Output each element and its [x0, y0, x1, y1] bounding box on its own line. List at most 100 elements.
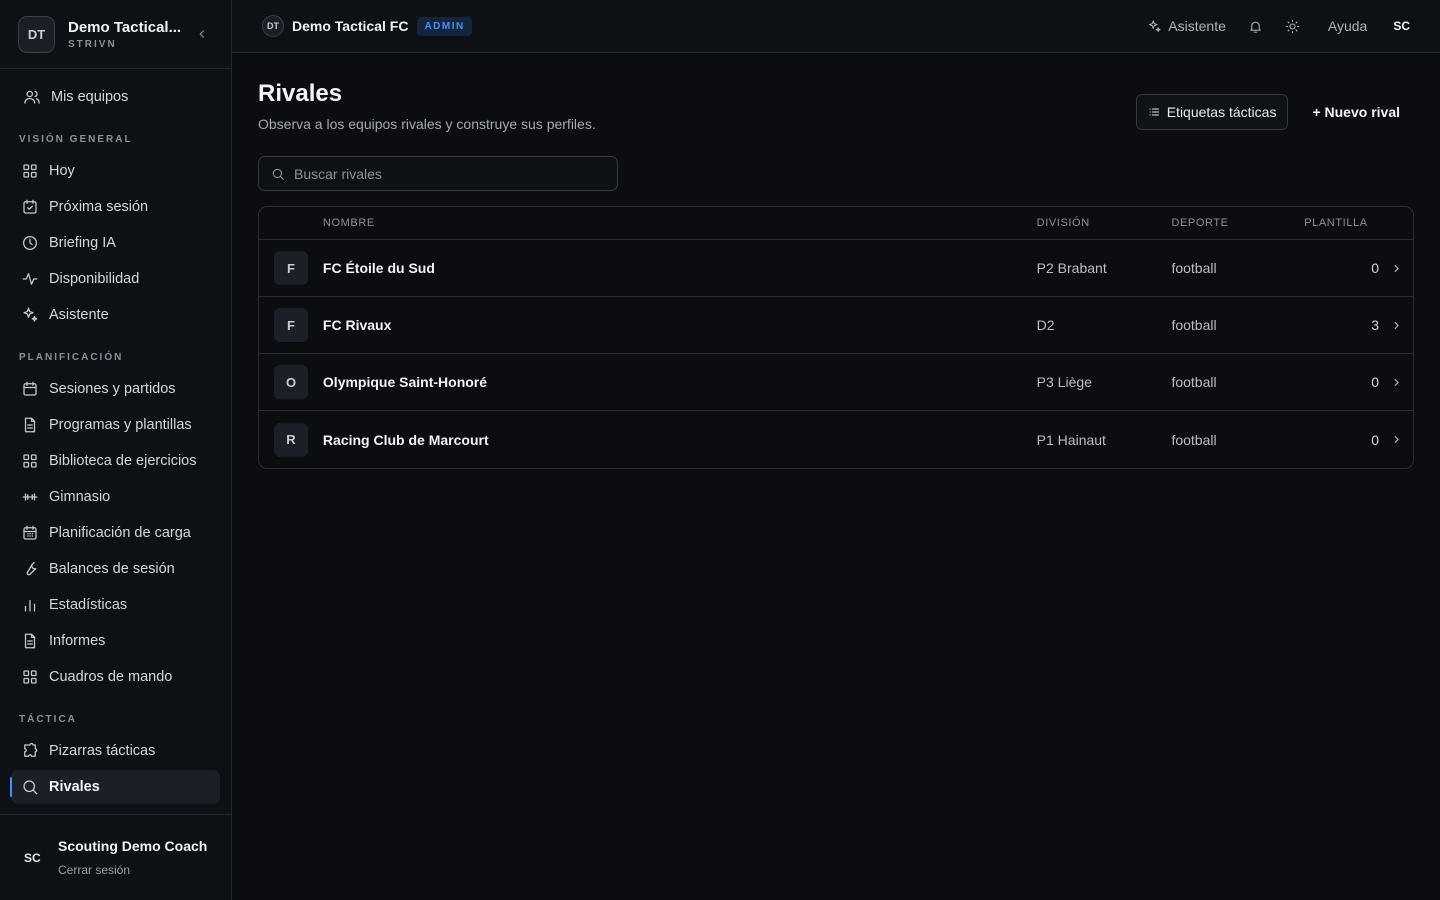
sidebar-nav: Mis equipos VISIÓN GENERAL Hoy Próxima ses… [0, 80, 231, 804]
rival-name: FC Étoile du Sud [322, 260, 435, 276]
sidebar-item-rivales[interactable]: Rivales [10, 770, 220, 804]
open-rival-button[interactable] [1379, 319, 1413, 332]
rivals-table: NOMBRE DIVISIÓN DEPORTE PLANTILLA F FC Ét… [258, 206, 1414, 469]
table-row[interactable]: R Racing Club de Marcourt P1 Hainaut footba… [259, 411, 1413, 468]
sidebar-item-label: Balances de sesión [49, 561, 175, 577]
help-button[interactable]: Ayuda [1322, 18, 1367, 34]
sidebar-item-hoy[interactable]: Hoy [11, 154, 220, 188]
sidebar-section-title: TÁCTICA [19, 714, 77, 725]
sidebar-item-label: Estadísticas [49, 597, 128, 613]
puzzle-icon [21, 742, 39, 760]
grid-icon [21, 162, 39, 180]
sun-icon [1285, 19, 1300, 34]
open-rival-button[interactable] [1379, 376, 1413, 389]
sidebar-item-label: Próxima sesión [49, 199, 149, 215]
chevron-right-icon [1394, 321, 1399, 329]
column-header-sport[interactable]: DEPORTE [1171, 217, 1304, 229]
sidebar-item-mis-equipos[interactable]: Mis equipos [11, 80, 220, 114]
sidebar-item-balances-de-sesion[interactable]: Balances de sesión [11, 552, 220, 586]
users-icon [23, 88, 41, 106]
table-row[interactable]: F FC Étoile du Sud P2 Brabant football 0 [259, 240, 1413, 297]
bell-icon [1248, 19, 1263, 34]
rival-sport: football [1171, 260, 1217, 276]
user-avatar[interactable]: SC [24, 851, 48, 865]
sidebar-item-label: Biblioteca de ejercicios [49, 453, 197, 469]
column-header-squad[interactable]: PLANTILLA [1304, 217, 1379, 229]
notifications-button[interactable] [1248, 19, 1263, 34]
page-actions: Etiquetas tácticas + Nuevo rival [1135, 94, 1414, 130]
rival-squad-count: 0 [1371, 431, 1380, 448]
user-menu-button[interactable]: SC [1393, 19, 1410, 33]
sidebar-item-label: Planificación de carga [49, 525, 191, 541]
sidebar-item-biblioteca-de-ejercicios[interactable]: Biblioteca de ejercicios [11, 444, 220, 478]
column-header-name[interactable]: NOMBRE [323, 217, 1037, 229]
table-row[interactable]: O Olympique Saint-Honoré P3 Liège football 0 [259, 354, 1413, 411]
open-rival-button[interactable] [1379, 433, 1413, 446]
sidebar-item-gimnasio[interactable]: Gimnasio [11, 480, 220, 514]
list-icon [1148, 106, 1160, 118]
rival-avatar: O [274, 365, 308, 399]
user-panel: SC Scouting Demo Coach Cerrar sesión [0, 814, 231, 900]
team-avatar[interactable]: DT [18, 15, 55, 53]
rival-squad-count: 3 [1371, 317, 1380, 333]
rival-avatar: F [274, 251, 308, 285]
collapse-sidebar-button[interactable] [191, 23, 213, 45]
org-name: STRIVN [68, 38, 117, 50]
rival-avatar: F [274, 308, 308, 342]
calendar-grid-icon [21, 524, 39, 542]
rival-division: P3 Liège [1036, 374, 1092, 390]
sidebar-item-asistente[interactable]: Asistente [11, 298, 220, 332]
rival-sport: football [1171, 317, 1217, 333]
team-switcher[interactable]: Demo Tactical... STRIVN [68, 19, 191, 50]
sidebar-item-proxima-sesion[interactable]: Próxima sesión [11, 190, 220, 224]
activity-icon [21, 270, 39, 288]
bar-chart-icon [21, 596, 39, 614]
help-label: Ayuda [1327, 18, 1368, 34]
table-row[interactable]: F FC Rivaux D2 football 3 [259, 297, 1413, 354]
chevron-left-icon [199, 30, 205, 38]
logout-link[interactable]: Cerrar sesión [58, 863, 207, 877]
sidebar-item-briefing-ia[interactable]: Briefing IA [11, 226, 220, 260]
sidebar-item-cuadros-de-mando[interactable]: Cuadros de mando [11, 660, 220, 694]
tactical-tags-label: Etiquetas tácticas [1166, 104, 1277, 120]
open-rival-button[interactable] [1379, 262, 1413, 275]
theme-toggle-button[interactable] [1285, 19, 1300, 34]
assistant-button[interactable]: Asistente [1147, 18, 1226, 34]
sidebar-item-sesiones-y-partidos[interactable]: Sesiones y partidos [11, 372, 220, 406]
rival-sport: football [1171, 431, 1217, 448]
rival-name: FC Rivaux [322, 317, 392, 333]
dumbbell-icon [21, 488, 39, 506]
search-input[interactable] [294, 165, 605, 182]
column-header-division[interactable]: DIVISIÓN [1037, 217, 1172, 229]
chevron-right-icon [1394, 378, 1399, 386]
sidebar-item-pizarras-tacticas[interactable]: Pizarras tácticas [11, 734, 220, 768]
search-icon [21, 778, 39, 796]
sidebar-item-programas-y-plantillas[interactable]: Programas y plantillas [11, 408, 220, 442]
search-icon [271, 167, 285, 181]
sidebar-item-disponibilidad[interactable]: Disponibilidad [11, 262, 220, 296]
rival-squad-count: 0 [1371, 374, 1380, 390]
chevron-right-icon [1394, 264, 1399, 272]
user-name: Scouting Demo Coach [58, 838, 208, 854]
document-icon [21, 632, 39, 650]
team-avatar-small: DT [262, 15, 284, 37]
new-rival-button[interactable]: + Nuevo rival [1298, 94, 1414, 130]
document-icon [21, 416, 39, 434]
table-header: NOMBRE DIVISIÓN DEPORTE PLANTILLA [259, 207, 1413, 240]
clock-icon [21, 234, 39, 252]
top-bar: DT Demo Tactical FC ADMIN Asistente Ayud… [232, 0, 1440, 53]
search-box [258, 156, 618, 191]
grid-icon [21, 452, 39, 470]
sidebar-item-label: Mis equipos [51, 89, 129, 105]
sidebar-item-label: Programas y plantillas [49, 417, 192, 433]
sidebar-item-estadisticas[interactable]: Estadísticas [11, 588, 220, 622]
sidebar-item-informes[interactable]: Informes [11, 624, 220, 658]
grid-icon [21, 668, 39, 686]
calendar-icon [21, 380, 39, 398]
rival-name: Olympique Saint-Honoré [322, 374, 488, 390]
sidebar-section-title: VISIÓN GENERAL [19, 134, 133, 145]
sidebar-item-planificacion-de-carga[interactable]: Planificación de carga [11, 516, 220, 550]
tactical-tags-button[interactable]: Etiquetas tácticas [1135, 94, 1289, 130]
sidebar-item-label: Pizarras tácticas [49, 743, 156, 759]
main-content: Rivales Observa a los equipos rivales y … [258, 53, 1414, 469]
